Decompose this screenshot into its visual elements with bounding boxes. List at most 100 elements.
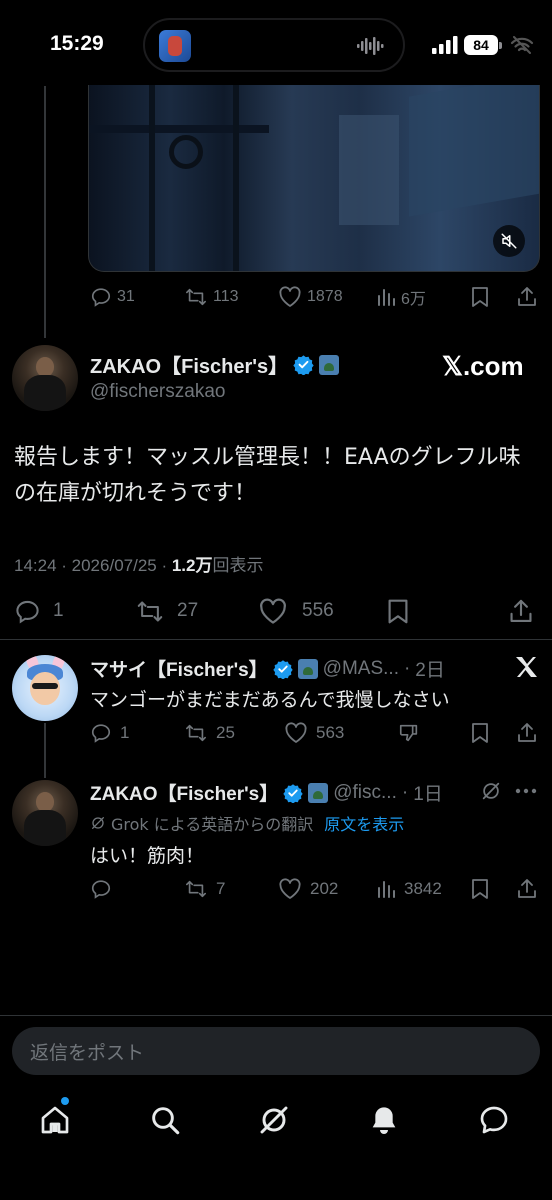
tweet-video[interactable] xyxy=(88,85,540,272)
tweet-text: 報告します！マッスル管理長！！EAAのグレフル味の在庫が切れそうです！ xyxy=(14,445,521,506)
dislike-button[interactable] xyxy=(398,722,420,744)
reply-button[interactable]: 1 xyxy=(14,598,64,625)
reply-icon xyxy=(16,600,39,623)
bookmark-button[interactable] xyxy=(470,878,490,900)
repost-count: 27 xyxy=(177,600,199,621)
reply-button[interactable] xyxy=(90,878,112,900)
dynamic-island[interactable] xyxy=(143,18,405,72)
reply-count: 31 xyxy=(117,288,135,305)
like-icon xyxy=(285,722,307,743)
grok-icon xyxy=(92,817,104,829)
share-icon xyxy=(510,599,532,622)
x-com-logo: 𝕏.com xyxy=(442,351,524,381)
like-button[interactable]: 563 xyxy=(284,722,344,744)
reply-author-name[interactable]: マサイ【Fischer's】 xyxy=(90,655,268,682)
divider xyxy=(0,639,552,640)
view-count: 1.2万 xyxy=(171,556,213,575)
status-time: 15:29 xyxy=(50,32,104,55)
grok-icon[interactable] xyxy=(258,1104,290,1136)
compose-placeholder: 返信をポスト xyxy=(30,1041,145,1064)
mute-button[interactable] xyxy=(493,225,525,257)
tweet-timestamp[interactable]: 14:24 · 2026/07/25 · xyxy=(14,556,172,575)
bookmark-icon xyxy=(472,879,488,899)
search-icon[interactable] xyxy=(149,1104,181,1136)
focused-tweet-actions: 1 27 556 xyxy=(0,597,552,625)
messages-icon[interactable] xyxy=(478,1104,510,1136)
translation-label: Grok による英語からの翻訳 xyxy=(111,815,314,834)
reply-author-handle[interactable]: @MAS... xyxy=(323,658,399,680)
views-icon xyxy=(378,289,395,306)
reply-age: 2日 xyxy=(415,660,445,681)
share-button[interactable] xyxy=(516,286,538,308)
dislike-icon xyxy=(399,724,418,742)
bookmark-icon xyxy=(388,599,408,623)
cellular-signal-icon xyxy=(432,36,458,54)
affiliate-badge[interactable] xyxy=(297,658,318,679)
like-button[interactable]: 556 xyxy=(258,598,334,625)
repost-button[interactable]: 7 xyxy=(184,878,225,900)
view-count: 3842 xyxy=(404,879,442,898)
reply-button[interactable]: 31 xyxy=(90,286,135,308)
verified-icon xyxy=(273,659,293,679)
divider xyxy=(0,1015,552,1016)
reply-header: ZAKAO【Fischer's】 @fisc... · 1日 xyxy=(90,779,443,806)
reply-count: 1 xyxy=(120,723,130,742)
repost-icon xyxy=(137,600,163,622)
bookmark-button[interactable] xyxy=(386,598,410,625)
show-original-link[interactable]: 原文を表示 xyxy=(324,811,404,835)
reply-actions: 1 25 563 xyxy=(0,721,552,745)
reply-icon xyxy=(91,288,111,307)
avatar[interactable] xyxy=(12,780,78,846)
x-logo-icon xyxy=(516,657,537,677)
status-bar: 15:29 84 xyxy=(0,0,552,90)
more-icon[interactable] xyxy=(514,787,538,795)
author-name[interactable]: ZAKAO【Fischer's】 xyxy=(90,350,288,379)
reply-text: はい！筋肉！ xyxy=(90,845,205,867)
share-icon xyxy=(518,879,536,898)
reply-text: マンゴーがまだまだあるんで我慢しなさい xyxy=(90,689,450,711)
grok-icon[interactable] xyxy=(480,780,502,802)
affiliate-badge[interactable] xyxy=(308,782,329,803)
author-handle[interactable]: @fischerszakao xyxy=(90,381,225,403)
reply-icon xyxy=(91,880,111,899)
views-button[interactable]: 6万 xyxy=(376,285,426,309)
repost-button[interactable]: 27 xyxy=(135,598,198,625)
like-icon xyxy=(279,286,301,307)
bookmark-icon xyxy=(472,723,488,743)
views-button[interactable]: 3842 xyxy=(376,879,442,899)
like-button[interactable]: 202 xyxy=(278,878,338,900)
share-button[interactable] xyxy=(516,722,538,744)
avatar[interactable] xyxy=(12,655,78,721)
views-label: 回表示 xyxy=(212,556,264,575)
repost-button[interactable]: 113 xyxy=(184,286,239,308)
reply-author-name[interactable]: ZAKAO【Fischer's】 xyxy=(90,779,278,806)
repost-button[interactable]: 25 xyxy=(184,722,235,744)
like-count: 202 xyxy=(310,879,339,898)
translation-note: Grok による英語からの翻訳 原文を表示 xyxy=(90,811,404,835)
home-icon[interactable] xyxy=(39,1104,71,1136)
reply-author-handle[interactable]: @fisc... xyxy=(333,782,397,804)
wifi-off-icon xyxy=(510,36,534,54)
like-icon xyxy=(260,598,286,624)
like-button[interactable]: 1878 xyxy=(278,286,343,308)
repost-icon xyxy=(186,288,206,306)
reply-button[interactable]: 1 xyxy=(90,722,129,744)
now-playing-app-icon xyxy=(159,30,191,62)
share-button[interactable] xyxy=(508,598,534,625)
reply-actions: 7 202 3842 xyxy=(0,877,552,901)
tweet-meta: 14:24 · 2026/07/25 · 1.2万回表示 xyxy=(14,551,263,576)
notifications-icon[interactable] xyxy=(368,1104,400,1136)
reply-icon xyxy=(91,724,111,743)
like-icon xyxy=(279,878,301,899)
bookmark-button[interactable] xyxy=(470,286,490,308)
view-count: 6万 xyxy=(401,291,426,308)
bottom-tab-bar xyxy=(0,1090,552,1150)
avatar[interactable] xyxy=(12,345,78,411)
affiliate-badge[interactable] xyxy=(319,354,340,375)
bookmark-button[interactable] xyxy=(470,722,490,744)
verified-icon xyxy=(293,355,314,375)
repost-count: 113 xyxy=(213,288,239,305)
share-button[interactable] xyxy=(516,878,538,900)
repost-count: 25 xyxy=(216,723,235,742)
reply-compose-input[interactable]: 返信をポスト xyxy=(12,1027,540,1075)
